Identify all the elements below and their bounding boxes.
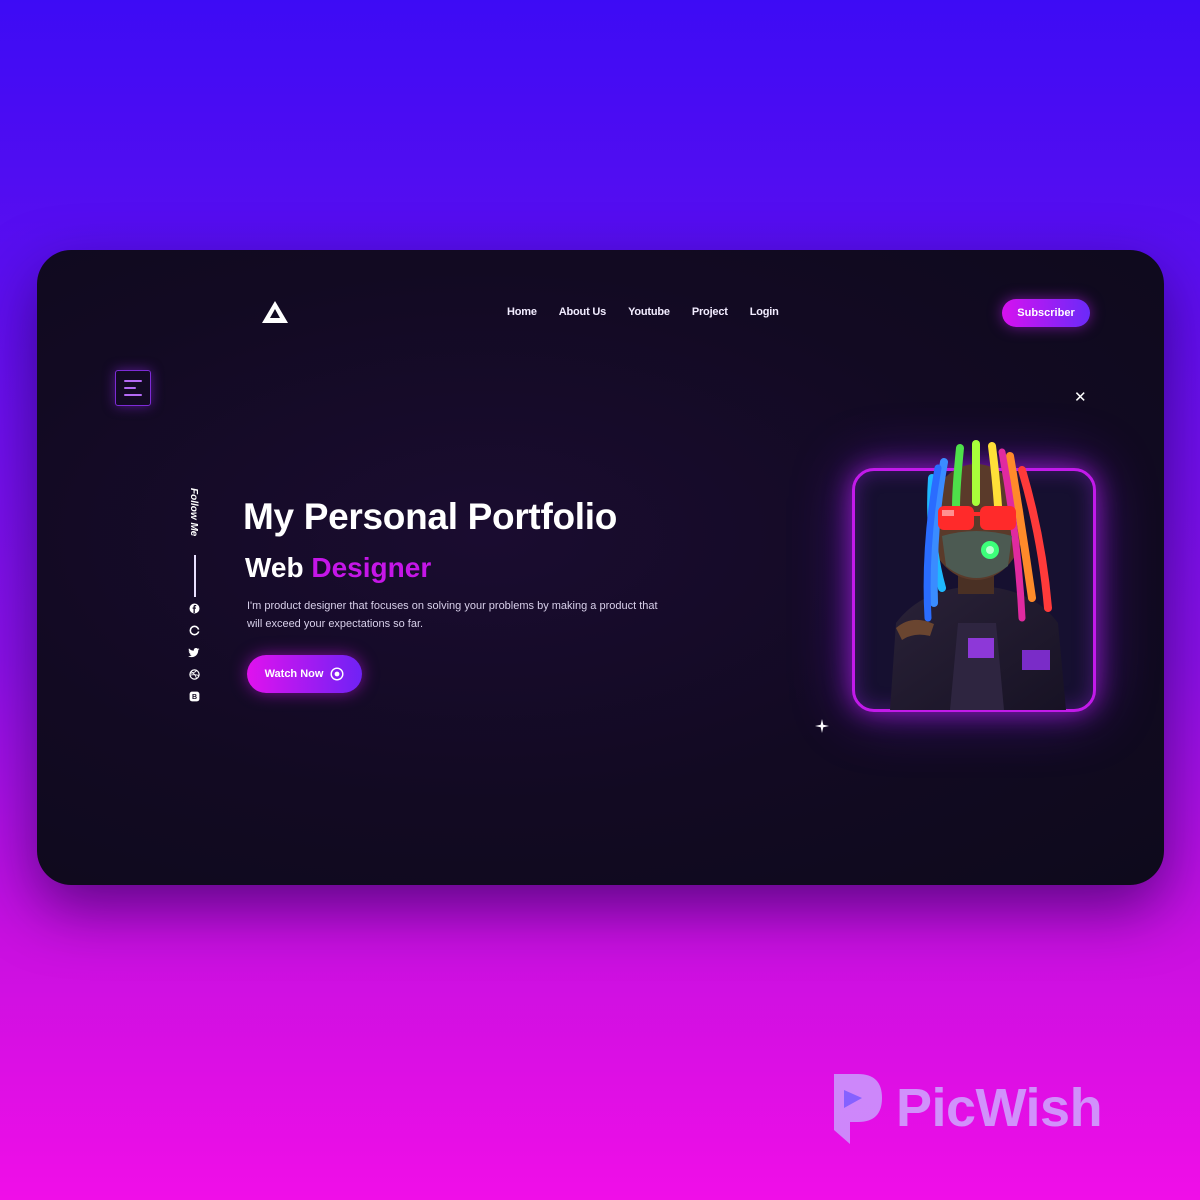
nav-project[interactable]: Project (692, 306, 728, 318)
follow-me-section: Follow Me (188, 488, 202, 540)
hero-title: My Personal Portfolio (243, 496, 618, 537)
main-nav: Home About Us Youtube Project Login (507, 306, 779, 318)
portfolio-card: Home About Us Youtube Project Login Subs… (37, 250, 1164, 885)
svg-text:B: B (191, 694, 196, 701)
avatar-illustration (890, 440, 1066, 710)
follow-divider (194, 555, 196, 597)
menu-line-icon (124, 387, 136, 389)
subscribe-button[interactable]: Subscriber (1002, 299, 1090, 327)
twitter-icon[interactable] (187, 646, 201, 659)
menu-line-icon (124, 380, 142, 382)
picwish-logo-icon (834, 1074, 882, 1144)
hero-subtitle-designer: Designer (311, 552, 432, 583)
facebook-icon[interactable] (187, 602, 201, 615)
brand-logo[interactable] (261, 300, 289, 324)
nav-youtube[interactable]: Youtube (628, 306, 670, 318)
watermark-text: PicWish (896, 1078, 1103, 1138)
dribbble-icon[interactable] (187, 668, 201, 681)
github-icon[interactable] (187, 624, 201, 637)
picwish-watermark: PicWish (828, 1068, 1103, 1148)
nav-home[interactable]: Home (507, 306, 537, 318)
menu-toggle-button[interactable] (115, 370, 151, 406)
hero-description: I'm product designer that focuses on sol… (247, 600, 658, 630)
nav-login[interactable]: Login (750, 306, 779, 318)
watch-now-label: Watch Now (264, 668, 324, 680)
play-circle-icon (330, 667, 344, 681)
follow-me-label: Follow Me (188, 488, 199, 537)
hero-subtitle: Web Designer (245, 552, 431, 584)
nav-about-us[interactable]: About Us (559, 306, 606, 318)
hero-subtitle-web: Web (245, 552, 304, 583)
social-links: B (187, 602, 201, 703)
behance-icon[interactable]: B (187, 690, 201, 703)
sparkle-icon (815, 719, 829, 733)
close-icon[interactable]: ✕ (1074, 388, 1087, 406)
watch-now-button[interactable]: Watch Now (247, 655, 362, 693)
menu-line-icon (124, 394, 142, 396)
